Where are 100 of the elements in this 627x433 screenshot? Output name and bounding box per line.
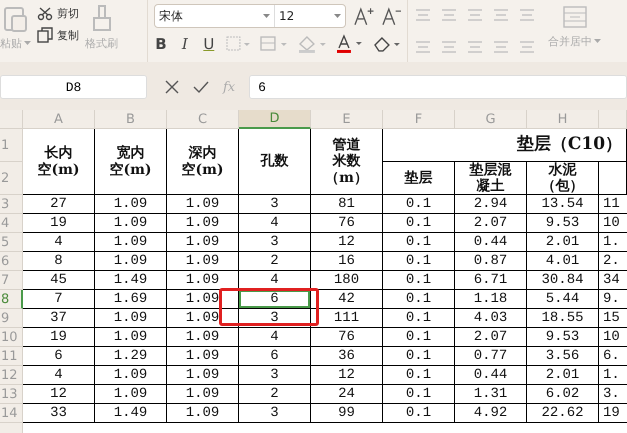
table-cell: 3 [239, 404, 311, 423]
table-cell: 30.84 [527, 271, 599, 290]
caret-icon [594, 39, 601, 44]
table-cell: 1.09 [167, 385, 239, 404]
table-cell: 3 [239, 233, 311, 252]
alignment-icon[interactable] [518, 8, 536, 22]
table-cell: 2.01 [527, 366, 599, 385]
row-header[interactable]: 4 [0, 214, 23, 233]
table-cell: 4.01 [527, 252, 599, 271]
increase-font-icon[interactable] [354, 6, 374, 26]
header-cell: 垫层混 凝土 [455, 162, 527, 195]
row-header[interactable]: 13 [0, 385, 23, 404]
italic-button[interactable]: I [178, 35, 192, 53]
column-header[interactable]: E [311, 110, 383, 129]
alignment-icon[interactable] [492, 40, 510, 54]
row-header[interactable]: 6 [0, 252, 23, 271]
column-header[interactable]: A [23, 110, 95, 129]
alignment-icon[interactable] [440, 8, 458, 22]
table-cell: 2 [239, 385, 311, 404]
table-cell: 19 [23, 214, 95, 233]
font-size-dropdown[interactable]: 12 [275, 5, 345, 27]
table-cell: 1.09 [167, 347, 239, 366]
row-header[interactable]: 9 [0, 309, 23, 328]
table-cell: 1.09 [95, 252, 167, 271]
table-cell: 42 [311, 290, 383, 309]
table-cell: 19 [23, 328, 95, 347]
table-cell: 2.07 [455, 214, 527, 233]
alignment-icon[interactable] [414, 40, 432, 54]
column-header[interactable] [599, 110, 627, 129]
scissors-icon[interactable] [37, 6, 53, 20]
table-cell: 1.29 [95, 347, 167, 366]
caret-icon [263, 14, 270, 18]
alignment-icon[interactable] [440, 40, 458, 54]
table-cell: 1.09 [95, 385, 167, 404]
table-cell: 2 [239, 252, 311, 271]
select-all-corner[interactable] [0, 110, 23, 129]
table-cell: 6. [599, 347, 627, 366]
font-family-dropdown[interactable]: 宋体 [155, 5, 275, 27]
table-cell: 1.09 [167, 195, 239, 214]
cut-button[interactable]: 剪切 [57, 6, 79, 21]
table-cell: 1.09 [95, 366, 167, 385]
alignment-icon[interactable] [466, 40, 484, 54]
header-cell: 垫层 [383, 162, 455, 195]
alignment-icon[interactable] [466, 8, 484, 22]
cell-style-icon[interactable] [260, 36, 288, 52]
copy-icon[interactable] [37, 27, 53, 43]
column-header[interactable]: C [167, 110, 239, 129]
column-header[interactable]: G [455, 110, 527, 129]
paintbrush-icon[interactable] [90, 4, 112, 34]
format-painter-button[interactable]: 格式刷 [85, 36, 118, 51]
table-cell: 2.01 [527, 233, 599, 252]
name-box[interactable]: D8 [0, 75, 147, 99]
checkmark-icon[interactable] [193, 80, 209, 94]
row-header[interactable]: 3 [0, 195, 23, 214]
table-cell: 1.09 [95, 233, 167, 252]
row-header[interactable]: 8 [0, 290, 23, 309]
paste-button[interactable]: 粘贴 [0, 36, 31, 51]
column-header[interactable]: B [95, 110, 167, 129]
clipboard-icon[interactable] [2, 4, 30, 34]
fill-bucket-icon[interactable] [297, 35, 328, 53]
borders-icon[interactable] [226, 36, 250, 52]
table-cell: 0.44 [455, 366, 527, 385]
table-cell: 27 [23, 195, 95, 214]
font-color-icon[interactable] [337, 34, 364, 54]
table-cell[interactable]: 6 [239, 290, 311, 309]
table-cell: 1.49 [95, 404, 167, 423]
table-cell: 3 [239, 309, 311, 328]
table-cell: 3.56 [527, 347, 599, 366]
row-header[interactable]: 12 [0, 366, 23, 385]
table-cell: 3 [239, 195, 311, 214]
row-header[interactable]: 10 [0, 328, 23, 347]
merge-cells-icon[interactable] [562, 6, 586, 28]
bold-button[interactable]: B [154, 35, 168, 53]
row-header[interactable]: 11 [0, 347, 23, 366]
decrease-font-icon[interactable] [382, 6, 401, 26]
table-cell: 0.1 [383, 347, 455, 366]
formula-input[interactable]: 6 [249, 75, 627, 99]
alignment-icon[interactable] [492, 8, 510, 22]
alignment-icon[interactable] [414, 8, 432, 22]
caret-icon [24, 41, 31, 46]
row-header[interactable]: 7 [0, 271, 23, 290]
row-header[interactable]: 14 [0, 404, 23, 423]
header-cell [599, 162, 627, 195]
header-cell: 管道 米数 （m） [311, 129, 383, 195]
column-header[interactable]: H [527, 110, 599, 129]
column-header[interactable]: F [383, 110, 455, 129]
underline-button[interactable]: U [202, 35, 216, 53]
copy-button[interactable]: 复制 [57, 28, 79, 42]
row-header[interactable]: 1 [0, 129, 23, 162]
column-header[interactable]: D [239, 110, 311, 129]
row-header[interactable]: 5 [0, 233, 23, 252]
function-button[interactable]: fx [223, 80, 236, 94]
table-cell: 4.92 [455, 404, 527, 423]
table-cell: 2. [599, 252, 627, 271]
merge-center-button[interactable]: 合并居中 [548, 34, 601, 49]
table-cell: 1.18 [455, 290, 527, 309]
cancel-icon[interactable] [165, 80, 179, 94]
eraser-icon[interactable] [373, 35, 401, 53]
alignment-icon[interactable] [518, 40, 536, 54]
row-header[interactable]: 2 [0, 162, 23, 195]
